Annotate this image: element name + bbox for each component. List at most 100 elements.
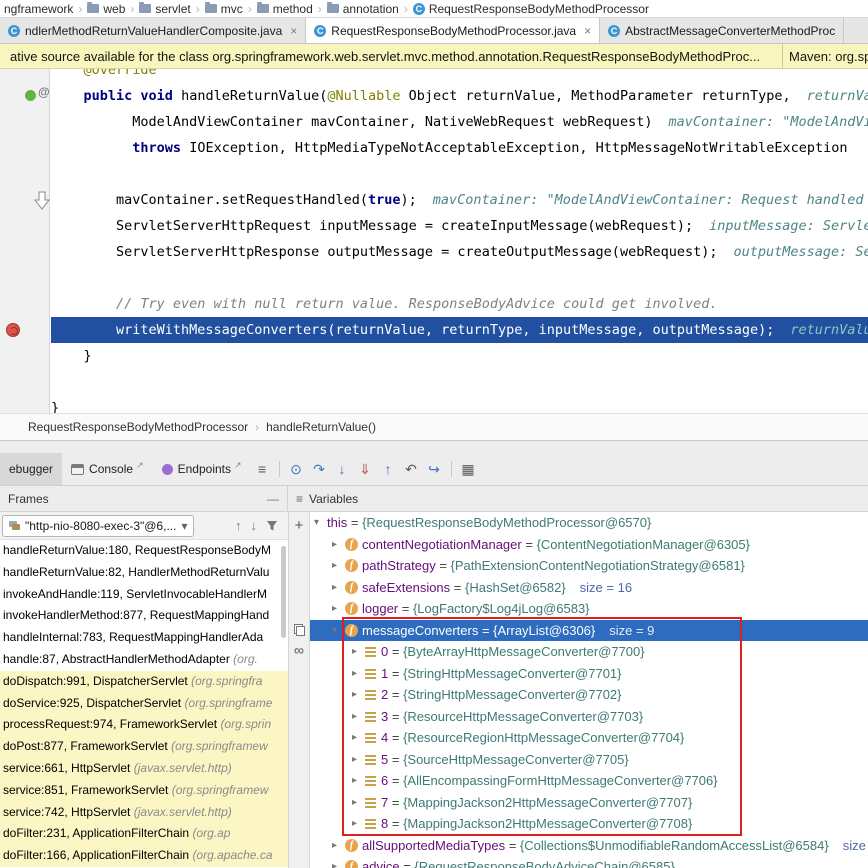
variable-row-safeExtensions[interactable]: ▸fsafeExtensions = {HashSet@6582}size = …	[310, 577, 868, 599]
infinity-icon[interactable]: ∞	[294, 642, 304, 658]
code-line[interactable]: mavContainer.setRequestHandled(true);mav…	[51, 187, 868, 213]
breadcrumb-item[interactable]: ngframework	[4, 2, 73, 16]
stack-frame[interactable]: service:851, FrameworkServlet (org.sprin…	[0, 780, 288, 802]
expand-chevron-icon[interactable]: ▸	[352, 646, 365, 657]
variable-row-8[interactable]: ▸8 = {MappingJackson2HttpMessageConverte…	[310, 813, 868, 835]
breadcrumb-item[interactable]: method	[257, 2, 313, 16]
copy-icon[interactable]	[294, 624, 305, 636]
variable-row-3[interactable]: ▸3 = {ResourceHttpMessageConverter@7703}	[310, 706, 868, 728]
stack-frame[interactable]: handleReturnValue:82, HandlerMethodRetur…	[0, 562, 288, 584]
close-tab-icon[interactable]: ×	[290, 24, 297, 38]
variable-row-2[interactable]: ▸2 = {StringHttpMessageConverter@7702}	[310, 684, 868, 706]
step-over-icon[interactable]: ↷	[308, 461, 331, 478]
variable-row-this[interactable]: ▾this = {RequestResponseBodyMethodProces…	[310, 512, 868, 534]
stack-frame[interactable]: invokeHandlerMethod:877, RequestMappingH…	[0, 605, 288, 627]
code-line[interactable]	[51, 265, 868, 291]
drop-frame-icon[interactable]: ↶	[400, 461, 423, 478]
expand-chevron-icon[interactable]: ▸	[352, 711, 365, 722]
variable-row-logger[interactable]: ▸flogger = {LogFactory$Log4jLog@6583}	[310, 598, 868, 620]
thread-dropdown[interactable]: "http-nio-8080-exec-3"@6,... ▾	[2, 515, 194, 537]
tool-tab-endpoints[interactable]: Endpoints↗	[153, 453, 251, 485]
editor-tab[interactable]: CAbstractMessageConverterMethodProc	[600, 18, 844, 43]
expand-chevron-icon[interactable]: ▸	[332, 840, 345, 851]
expand-chevron-icon[interactable]: ▸	[352, 797, 365, 808]
override-marker-icon[interactable]	[25, 90, 36, 101]
close-tab-icon[interactable]: ×	[584, 24, 591, 38]
breadcrumb-class[interactable]: RequestResponseBodyMethodProcessor	[28, 420, 248, 434]
execution-line[interactable]: writeWithMessageConverters(returnValue, …	[51, 317, 868, 343]
stack-frame[interactable]: handleReturnValue:180, RequestResponseBo…	[0, 540, 288, 562]
code-line[interactable]: ModelAndViewContainer mavContainer, Nati…	[51, 109, 868, 135]
expand-chevron-icon[interactable]: ▸	[352, 689, 365, 700]
code-line[interactable]	[51, 161, 868, 187]
code-line[interactable]: ServletServerHttpResponse outputMessage …	[51, 239, 868, 265]
breadcrumb-item[interactable]: annotation	[327, 2, 399, 16]
stack-frame[interactable]: handle:87, AbstractHandlerMethodAdapter …	[0, 649, 288, 671]
expand-chevron-icon[interactable]: ▸	[332, 861, 345, 868]
expand-chevron-icon[interactable]: ▸	[352, 754, 365, 765]
expand-chevron-icon[interactable]: ▸	[332, 603, 345, 614]
step-into-icon[interactable]: ↓	[331, 461, 354, 477]
variable-row-6[interactable]: ▸6 = {AllEncompassingFormHttpMessageConv…	[310, 770, 868, 792]
expand-chevron-icon[interactable]: ▸	[352, 668, 365, 679]
breadcrumb-item[interactable]: CRequestResponseBodyMethodProcessor	[413, 2, 649, 16]
force-step-into-icon[interactable]: ⇓	[354, 461, 377, 478]
hide-panel-icon[interactable]: —	[267, 492, 279, 506]
breadcrumb-item[interactable]: mvc	[205, 2, 243, 16]
stack-frame[interactable]: doService:925, DispatcherServlet (org.sp…	[0, 693, 288, 715]
hide-library-frames-icon[interactable]	[266, 520, 278, 532]
add-watch-icon[interactable]: +	[295, 517, 304, 534]
stack-frame[interactable]: processRequest:974, FrameworkServlet (or…	[0, 714, 288, 736]
expand-chevron-icon[interactable]: ▸	[352, 775, 365, 786]
tool-tab-debugger[interactable]: ebugger	[0, 453, 62, 485]
code-line[interactable]	[51, 369, 868, 395]
expand-chevron-icon[interactable]: ▸	[332, 582, 345, 593]
code-line[interactable]: ServletServerHttpRequest inputMessage = …	[51, 213, 868, 239]
stack-frame[interactable]: handleInternal:783, RequestMappingHandle…	[0, 627, 288, 649]
editor-tab[interactable]: CRequestResponseBodyMethodProcessor.java…	[306, 18, 600, 43]
variable-row-allSupportedMediaTypes[interactable]: ▸fallSupportedMediaTypes = {Collections$…	[310, 835, 868, 857]
previous-frame-icon[interactable]: ↑	[235, 518, 242, 533]
variable-row-4[interactable]: ▸4 = {ResourceRegionHttpMessageConverter…	[310, 727, 868, 749]
next-frame-icon[interactable]: ↓	[251, 518, 258, 533]
expand-chevron-icon[interactable]: ▾	[314, 517, 327, 528]
stack-frame[interactable]: doDispatch:991, DispatcherServlet (org.s…	[0, 671, 288, 693]
frames-scrollbar[interactable]	[281, 546, 286, 638]
expand-chevron-icon[interactable]: ▸	[352, 818, 365, 829]
variable-row-messageConverters[interactable]: ▾fmessageConverters = {ArrayList@6306}si…	[310, 620, 868, 642]
variable-row-advice[interactable]: ▸fadvice = {RequestResponseBodyAdviceCha…	[310, 856, 868, 868]
stack-frame[interactable]: doFilter:166, ApplicationFilterChain (or…	[0, 845, 288, 867]
expand-chevron-icon[interactable]: ▾	[332, 625, 345, 636]
run-to-cursor-icon[interactable]: ↪	[423, 461, 446, 478]
variable-row-1[interactable]: ▸1 = {StringHttpMessageConverter@7701}	[310, 663, 868, 685]
variable-row-7[interactable]: ▸7 = {MappingJackson2HttpMessageConverte…	[310, 792, 868, 814]
variable-row-pathStrategy[interactable]: ▸fpathStrategy = {PathExtensionContentNe…	[310, 555, 868, 577]
breadcrumb-method[interactable]: handleReturnValue()	[266, 420, 376, 434]
variables-menu-icon[interactable]: ≡	[296, 492, 303, 506]
variable-row-5[interactable]: ▸5 = {SourceHttpMessageConverter@7705}	[310, 749, 868, 771]
expand-chevron-icon[interactable]: ▸	[332, 560, 345, 571]
breadcrumb-item[interactable]: web	[87, 2, 125, 16]
evaluate-expression-icon[interactable]: ▦	[457, 461, 480, 478]
code-area[interactable]: @Override public void handleReturnValue(…	[51, 69, 868, 413]
variables-panel-header[interactable]: ≡ Variables	[288, 486, 868, 511]
expand-chevron-icon[interactable]: ▸	[352, 732, 365, 743]
step-out-icon[interactable]: ↑	[377, 461, 400, 477]
stack-frame[interactable]: service:661, HttpServlet (javax.servlet.…	[0, 758, 288, 780]
variable-row-0[interactable]: ▸0 = {ByteArrayHttpMessageConverter@7700…	[310, 641, 868, 663]
stack-frame[interactable]: doFilter:231, ApplicationFilterChain (or…	[0, 823, 288, 845]
source-selector-dropdown[interactable]: Maven: org.spring	[782, 44, 868, 68]
code-line[interactable]: throws IOException, HttpMediaTypeNotAcce…	[51, 135, 868, 161]
editor-tab[interactable]: CndlerMethodReturnValueHandlerComposite.…	[0, 18, 306, 43]
stack-frame[interactable]: doPost:877, FrameworkServlet (org.spring…	[0, 736, 288, 758]
breadcrumb-item[interactable]: servlet	[139, 2, 190, 16]
show-execution-point-icon[interactable]: ⊙	[285, 461, 308, 478]
expand-chevron-icon[interactable]: ▸	[332, 539, 345, 550]
stack-frame[interactable]: service:742, HttpServlet (javax.servlet.…	[0, 802, 288, 824]
code-line[interactable]: // Try even with null return value. Resp…	[51, 291, 868, 317]
breakpoint-icon[interactable]	[6, 323, 20, 337]
layout-settings-icon[interactable]: ≡	[251, 461, 274, 477]
code-line[interactable]: }	[51, 343, 868, 369]
code-line[interactable]: public void handleReturnValue(@Nullable …	[51, 83, 868, 109]
tool-tab-console[interactable]: Console↗	[62, 453, 153, 485]
